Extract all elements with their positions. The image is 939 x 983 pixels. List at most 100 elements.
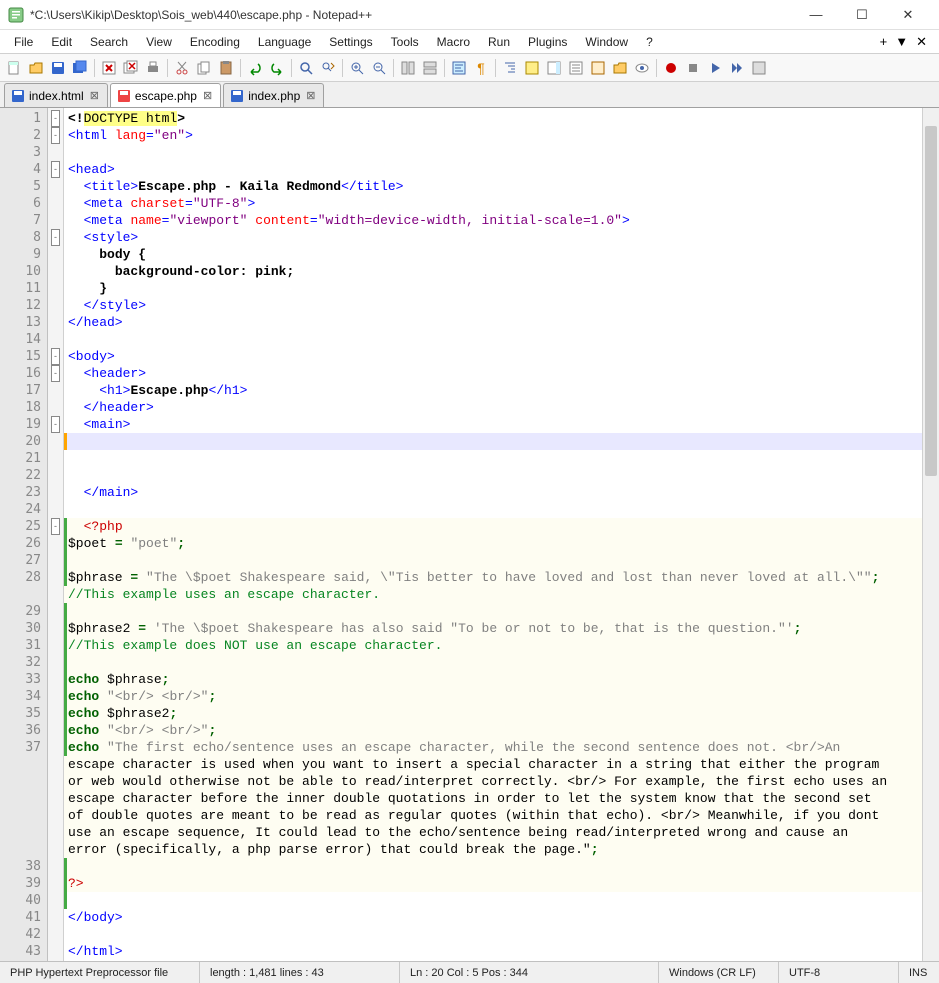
show-all-chars-icon[interactable]: ¶: [471, 58, 491, 78]
code-line[interactable]: </html>: [64, 943, 922, 960]
menu-encoding[interactable]: Encoding: [182, 33, 248, 51]
play-multi-icon[interactable]: [727, 58, 747, 78]
code-line[interactable]: $poet = "poet";: [64, 535, 922, 552]
menu-view[interactable]: View: [138, 33, 180, 51]
code-line[interactable]: echo "The first echo/sentence uses an es…: [64, 739, 922, 756]
code-line[interactable]: escape character before the inner double…: [64, 790, 922, 807]
line-number-gutter[interactable]: 1234567891011121314151617181920212223242…: [0, 108, 48, 961]
menu-help[interactable]: ?: [638, 33, 661, 51]
code-line[interactable]: }: [64, 280, 922, 297]
code-line[interactable]: </head>: [64, 314, 922, 331]
code-line[interactable]: <head>: [64, 161, 922, 178]
code-line[interactable]: echo $phrase2;: [64, 705, 922, 722]
sync-v-icon[interactable]: [398, 58, 418, 78]
menu-language[interactable]: Language: [250, 33, 319, 51]
close-all-icon[interactable]: [121, 58, 141, 78]
code-line[interactable]: of double quotes are meant to be read as…: [64, 807, 922, 824]
doc-map-icon[interactable]: [544, 58, 564, 78]
zoom-in-icon[interactable]: [347, 58, 367, 78]
fold-column[interactable]: --------: [48, 108, 64, 961]
status-eol[interactable]: Windows (CR LF): [659, 962, 779, 983]
code-line[interactable]: [64, 501, 922, 518]
tab-close-icon[interactable]: ⊠: [88, 89, 101, 102]
code-line[interactable]: background-color: pink;: [64, 263, 922, 280]
close-tab-icon[interactable]: ✕: [916, 34, 927, 50]
tab-escape-php[interactable]: escape.php ⊠: [110, 83, 221, 107]
menu-tools[interactable]: Tools: [383, 33, 427, 51]
code-line[interactable]: [64, 552, 922, 569]
code-line[interactable]: [64, 892, 922, 909]
menu-run[interactable]: Run: [480, 33, 518, 51]
paste-icon[interactable]: [216, 58, 236, 78]
dropdown-icon[interactable]: ▼: [895, 34, 908, 50]
code-line[interactable]: <title>Escape.php - Kaila Redmond</title…: [64, 178, 922, 195]
menu-macro[interactable]: Macro: [429, 33, 478, 51]
code-line[interactable]: $phrase2 = 'The \$poet Shakespeare has a…: [64, 620, 922, 637]
code-line[interactable]: use an escape sequence, It could lead to…: [64, 824, 922, 841]
code-line[interactable]: <!DOCTYPE html>: [64, 110, 922, 127]
code-line[interactable]: ?>: [64, 875, 922, 892]
menu-search[interactable]: Search: [82, 33, 136, 51]
replace-icon[interactable]: [318, 58, 338, 78]
code-line[interactable]: <main>: [64, 416, 922, 433]
sync-h-icon[interactable]: [420, 58, 440, 78]
code-line[interactable]: </style>: [64, 297, 922, 314]
tab-close-icon[interactable]: ⊠: [201, 89, 214, 102]
undo-icon[interactable]: [245, 58, 265, 78]
plus-icon[interactable]: +: [880, 34, 888, 50]
function-list-icon[interactable]: [588, 58, 608, 78]
status-encoding[interactable]: UTF-8: [779, 962, 899, 983]
code-line[interactable]: //This example does NOT use an escape ch…: [64, 637, 922, 654]
open-file-icon[interactable]: [26, 58, 46, 78]
code-line[interactable]: </body>: [64, 909, 922, 926]
code-area[interactable]: <!DOCTYPE html><html lang="en"> <head> <t…: [64, 108, 922, 961]
tab-close-icon[interactable]: ⊠: [304, 89, 317, 102]
cut-icon[interactable]: [172, 58, 192, 78]
menu-window[interactable]: Window: [577, 33, 636, 51]
menu-settings[interactable]: Settings: [321, 33, 380, 51]
code-line[interactable]: [64, 467, 922, 484]
vertical-scrollbar[interactable]: [922, 108, 939, 961]
code-line[interactable]: <header>: [64, 365, 922, 382]
save-all-icon[interactable]: [70, 58, 90, 78]
status-insert-mode[interactable]: INS: [899, 962, 939, 983]
minimize-button[interactable]: —: [793, 0, 839, 30]
menu-file[interactable]: File: [6, 33, 41, 51]
code-line[interactable]: [64, 144, 922, 161]
code-line[interactable]: <html lang="en">: [64, 127, 922, 144]
new-file-icon[interactable]: [4, 58, 24, 78]
redo-icon[interactable]: [267, 58, 287, 78]
monitoring-icon[interactable]: [632, 58, 652, 78]
scroll-thumb[interactable]: [925, 126, 937, 476]
user-lang-icon[interactable]: [522, 58, 542, 78]
doc-list-icon[interactable]: [566, 58, 586, 78]
print-icon[interactable]: [143, 58, 163, 78]
code-line[interactable]: <body>: [64, 348, 922, 365]
tab-index-php[interactable]: index.php ⊠: [223, 83, 324, 107]
code-line[interactable]: echo $phrase;: [64, 671, 922, 688]
record-macro-icon[interactable]: [661, 58, 681, 78]
play-macro-icon[interactable]: [705, 58, 725, 78]
code-line[interactable]: [64, 331, 922, 348]
code-line[interactable]: escape character is used when you want t…: [64, 756, 922, 773]
save-icon[interactable]: [48, 58, 68, 78]
indent-guide-icon[interactable]: [500, 58, 520, 78]
wordwrap-icon[interactable]: [449, 58, 469, 78]
save-macro-icon[interactable]: [749, 58, 769, 78]
code-line[interactable]: </main>: [64, 484, 922, 501]
close-button[interactable]: ✕: [885, 0, 931, 30]
code-line[interactable]: [64, 926, 922, 943]
code-line[interactable]: echo "<br/> <br/>";: [64, 688, 922, 705]
find-icon[interactable]: [296, 58, 316, 78]
stop-macro-icon[interactable]: [683, 58, 703, 78]
code-line[interactable]: </header>: [64, 399, 922, 416]
code-line[interactable]: //This example uses an escape character.: [64, 586, 922, 603]
code-line[interactable]: [64, 603, 922, 620]
code-line[interactable]: echo "<br/> <br/>";: [64, 722, 922, 739]
tab-index-html[interactable]: index.html ⊠: [4, 83, 108, 107]
code-line[interactable]: or web would otherwise not be able to re…: [64, 773, 922, 790]
code-line[interactable]: <meta charset="UTF-8">: [64, 195, 922, 212]
code-line[interactable]: error (specifically, a php parse error) …: [64, 841, 922, 858]
code-line[interactable]: [64, 433, 922, 450]
code-line[interactable]: [64, 654, 922, 671]
